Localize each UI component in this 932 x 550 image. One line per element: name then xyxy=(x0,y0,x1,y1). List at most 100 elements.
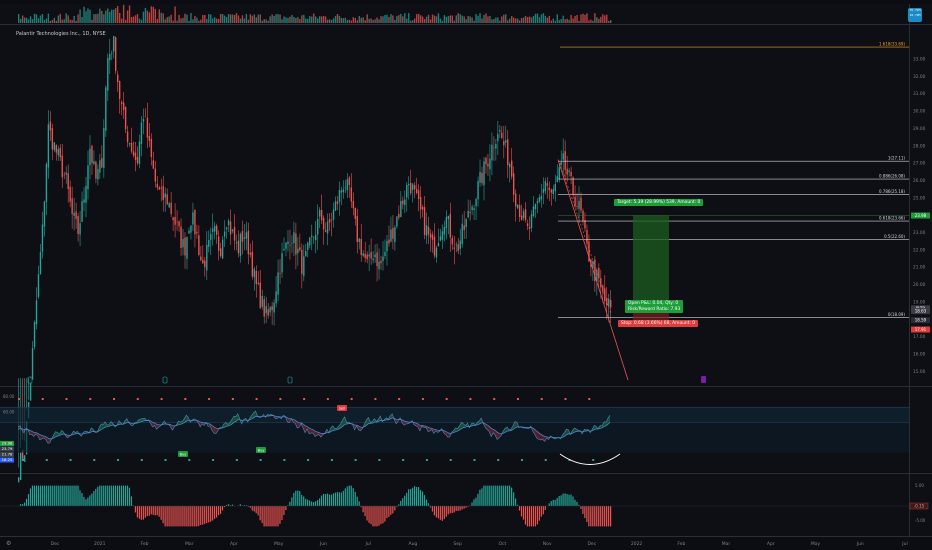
candle-body xyxy=(259,282,261,309)
candle-body xyxy=(223,231,226,237)
histogram-bar xyxy=(507,485,509,506)
candle-body xyxy=(342,189,345,193)
candle-body xyxy=(491,144,493,161)
histogram-bar xyxy=(216,506,218,518)
signal-dot xyxy=(235,459,238,461)
chart-canvas[interactable]: 33.00 32.00 31.00 30.00 29.00 28.00 27.00 26.00… xyxy=(0,0,932,550)
candle-body xyxy=(140,122,143,145)
volume-bar xyxy=(273,15,275,23)
time-axis-label: Dec xyxy=(51,541,60,547)
histogram-bar xyxy=(610,506,612,527)
volume-bar xyxy=(243,18,246,23)
volume-bar xyxy=(277,14,279,23)
histogram-bar xyxy=(316,500,319,506)
candle-body xyxy=(283,248,285,251)
histogram-bar xyxy=(186,506,188,527)
candle-body xyxy=(178,221,180,227)
candle-body xyxy=(39,251,42,275)
volume-bar xyxy=(362,17,364,23)
histogram-bar xyxy=(328,494,331,506)
histogram-bar xyxy=(562,493,564,506)
histogram-bar xyxy=(174,506,176,527)
histogram-bar xyxy=(483,485,485,506)
volume-bar xyxy=(332,18,335,23)
histogram-bar xyxy=(105,485,107,506)
candle-body xyxy=(392,228,394,239)
main-pane xyxy=(0,25,932,385)
histogram-bar xyxy=(548,503,550,506)
histogram-bar xyxy=(198,506,200,526)
volume-bar xyxy=(316,18,319,23)
price-axis-label: 20.00 xyxy=(913,282,926,288)
candle-body xyxy=(162,186,164,200)
volume-bar xyxy=(497,17,499,23)
volume-bar xyxy=(301,15,303,23)
signal-dot xyxy=(136,398,139,400)
histogram-bar xyxy=(41,485,43,506)
volume-bar xyxy=(51,19,54,23)
volume-bar xyxy=(469,16,471,23)
histogram-bar xyxy=(350,485,352,506)
histogram-bar xyxy=(463,506,465,509)
histogram-bar xyxy=(437,506,439,519)
volume-bar xyxy=(117,6,119,23)
histogram-bar xyxy=(33,485,36,506)
candle-body xyxy=(87,165,89,190)
signal-dot xyxy=(160,398,163,400)
volume-bar xyxy=(231,14,234,23)
volume-bar xyxy=(360,17,362,23)
volume-bar xyxy=(271,14,273,23)
signal-dot xyxy=(259,459,262,461)
volume-bar xyxy=(518,20,521,23)
volume-bar xyxy=(225,17,228,23)
histogram-bar xyxy=(29,488,32,506)
candle-body xyxy=(19,452,22,481)
volume-bar xyxy=(259,14,261,23)
histogram-bar xyxy=(364,506,366,517)
volume-bar xyxy=(164,19,166,23)
candle-body xyxy=(350,187,353,202)
volume-bar xyxy=(336,14,339,23)
candle-body xyxy=(548,187,551,191)
histogram-bar xyxy=(447,506,449,515)
gear-icon[interactable]: ⚙ xyxy=(6,540,11,547)
histogram-bar xyxy=(214,506,216,519)
candle-body xyxy=(200,256,202,261)
volume-bar xyxy=(291,14,293,23)
candle-body xyxy=(73,212,75,216)
candle-body xyxy=(275,291,277,304)
volume-bar xyxy=(479,13,481,23)
histogram-bar xyxy=(217,506,220,516)
candle-body xyxy=(59,147,61,158)
histogram-bar xyxy=(136,506,138,518)
volume-bar xyxy=(253,14,256,23)
candle-body xyxy=(441,231,444,240)
volume-bar xyxy=(481,18,483,23)
histogram-bar xyxy=(489,485,491,506)
volume-bar xyxy=(487,16,489,23)
candle-body xyxy=(243,237,246,239)
histogram-bar xyxy=(178,506,180,527)
candle-body xyxy=(354,207,356,219)
histogram-bar xyxy=(324,494,327,506)
volume-bar xyxy=(299,19,301,23)
histogram-bar xyxy=(144,506,146,518)
candle-body xyxy=(99,160,101,173)
volume-bar xyxy=(212,18,214,23)
time-axis-label: Dec xyxy=(587,541,596,547)
histogram-bar xyxy=(170,506,172,527)
candle-body xyxy=(31,348,34,380)
signal-dot xyxy=(22,459,24,461)
volume-bar xyxy=(180,18,182,23)
candle-body xyxy=(582,210,584,222)
volume-bar xyxy=(524,15,527,23)
volume-bar xyxy=(330,20,333,23)
histogram-bar xyxy=(342,490,344,506)
volume-bar xyxy=(158,9,160,23)
histogram-bar xyxy=(497,485,499,506)
histogram-bar xyxy=(580,506,582,509)
histogram-bar xyxy=(358,501,360,506)
volume-bar xyxy=(578,20,580,23)
signal-dot xyxy=(497,459,500,461)
volume-bar xyxy=(384,14,386,23)
